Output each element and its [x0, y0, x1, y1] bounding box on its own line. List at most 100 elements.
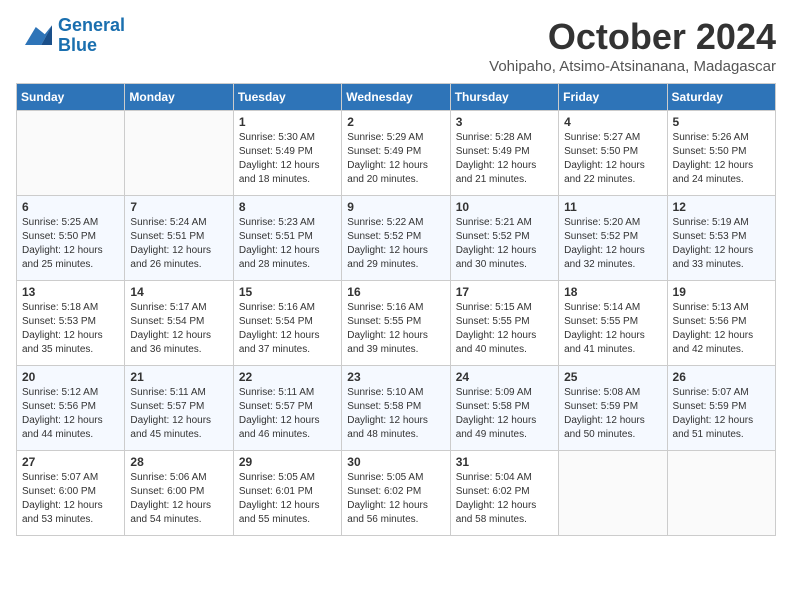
calendar-cell: 9 Sunrise: 5:22 AM Sunset: 5:52 PM Daylig…: [342, 196, 450, 281]
logo-text: General Blue: [58, 16, 125, 56]
week-row-4: 20 Sunrise: 5:12 AM Sunset: 5:56 PM Dayli…: [17, 366, 776, 451]
calendar-cell: 17 Sunrise: 5:15 AM Sunset: 5:55 PM Dayli…: [450, 281, 558, 366]
day-number: 23: [347, 370, 444, 384]
day-number: 27: [22, 455, 119, 469]
day-info: Sunrise: 5:15 AM Sunset: 5:55 PM Dayligh…: [456, 301, 553, 357]
day-info: Sunrise: 5:17 AM Sunset: 5:54 PM Dayligh…: [130, 301, 227, 357]
calendar-cell: 23 Sunrise: 5:10 AM Sunset: 5:58 PM Dayli…: [342, 366, 450, 451]
day-info: Sunrise: 5:18 AM Sunset: 5:53 PM Dayligh…: [22, 301, 119, 357]
calendar-cell: 22 Sunrise: 5:11 AM Sunset: 5:57 PM Dayli…: [233, 366, 341, 451]
day-number: 21: [130, 370, 227, 384]
calendar-cell: 12Sunrise: 5:19 AM Sunset: 5:53 PM Dayli…: [667, 196, 775, 281]
logo: General Blue: [16, 16, 125, 56]
day-number: 30: [347, 455, 444, 469]
day-number: 5: [673, 115, 770, 129]
day-info: Sunrise: 5:29 AM Sunset: 5:49 PM Dayligh…: [347, 131, 444, 187]
day-number: 19: [673, 285, 770, 299]
calendar-cell: 28Sunrise: 5:06 AM Sunset: 6:00 PM Dayli…: [125, 451, 233, 536]
calendar-cell: 25 Sunrise: 5:08 AM Sunset: 5:59 PM Dayli…: [559, 366, 667, 451]
day-info: Sunrise: 5:28 AM Sunset: 5:49 PM Dayligh…: [456, 131, 553, 187]
column-header-wednesday: Wednesday: [342, 84, 450, 111]
calendar-cell: 6 Sunrise: 5:25 AM Sunset: 5:50 PM Daylig…: [17, 196, 125, 281]
day-number: 9: [347, 200, 444, 214]
day-number: 6: [22, 200, 119, 214]
day-number: 25: [564, 370, 661, 384]
day-info: Sunrise: 5:26 AM Sunset: 5:50 PM Dayligh…: [673, 131, 770, 187]
calendar-cell: [17, 111, 125, 196]
calendar-cell: 14Sunrise: 5:17 AM Sunset: 5:54 PM Dayli…: [125, 281, 233, 366]
day-info: Sunrise: 5:19 AM Sunset: 5:53 PM Dayligh…: [673, 216, 770, 272]
day-number: 26: [673, 370, 770, 384]
page-header: General Blue October 2024 Vohipaho, Atsi…: [16, 16, 776, 75]
calendar-cell: [559, 451, 667, 536]
calendar-cell: 1 Sunrise: 5:30 AM Sunset: 5:49 PM Daylig…: [233, 111, 341, 196]
day-info: Sunrise: 5:24 AM Sunset: 5:51 PM Dayligh…: [130, 216, 227, 272]
calendar-cell: 21Sunrise: 5:11 AM Sunset: 5:57 PM Dayli…: [125, 366, 233, 451]
day-number: 17: [456, 285, 553, 299]
calendar-cell: 27Sunrise: 5:07 AM Sunset: 6:00 PM Dayli…: [17, 451, 125, 536]
day-info: Sunrise: 5:22 AM Sunset: 5:52 PM Dayligh…: [347, 216, 444, 272]
column-header-sunday: Sunday: [17, 84, 125, 111]
day-info: Sunrise: 5:05 AM Sunset: 6:01 PM Dayligh…: [239, 471, 336, 527]
day-info: Sunrise: 5:11 AM Sunset: 5:57 PM Dayligh…: [239, 386, 336, 442]
day-number: 4: [564, 115, 661, 129]
day-number: 22: [239, 370, 336, 384]
calendar-cell: [667, 451, 775, 536]
day-number: 7: [130, 200, 227, 214]
day-info: Sunrise: 5:16 AM Sunset: 5:55 PM Dayligh…: [347, 301, 444, 357]
calendar-cell: 5 Sunrise: 5:26 AM Sunset: 5:50 PM Daylig…: [667, 111, 775, 196]
day-info: Sunrise: 5:10 AM Sunset: 5:58 PM Dayligh…: [347, 386, 444, 442]
calendar-cell: 26 Sunrise: 5:07 AM Sunset: 5:59 PM Dayli…: [667, 366, 775, 451]
location-subtitle: Vohipaho, Atsimo-Atsinanana, Madagascar: [489, 58, 776, 75]
day-number: 20: [22, 370, 119, 384]
day-info: Sunrise: 5:20 AM Sunset: 5:52 PM Dayligh…: [564, 216, 661, 272]
day-info: Sunrise: 5:09 AM Sunset: 5:58 PM Dayligh…: [456, 386, 553, 442]
day-number: 3: [456, 115, 553, 129]
day-number: 1: [239, 115, 336, 129]
day-info: Sunrise: 5:07 AM Sunset: 5:59 PM Dayligh…: [673, 386, 770, 442]
day-number: 2: [347, 115, 444, 129]
day-info: Sunrise: 5:27 AM Sunset: 5:50 PM Dayligh…: [564, 131, 661, 187]
calendar-cell: [125, 111, 233, 196]
calendar-cell: 30 Sunrise: 5:05 AM Sunset: 6:02 PM Dayli…: [342, 451, 450, 536]
day-info: Sunrise: 5:08 AM Sunset: 5:59 PM Dayligh…: [564, 386, 661, 442]
column-header-tuesday: Tuesday: [233, 84, 341, 111]
day-info: Sunrise: 5:16 AM Sunset: 5:54 PM Dayligh…: [239, 301, 336, 357]
day-number: 28: [130, 455, 227, 469]
calendar-table: SundayMondayTuesdayWednesdayThursdayFrid…: [16, 83, 776, 536]
calendar-cell: 7 Sunrise: 5:24 AM Sunset: 5:51 PM Daylig…: [125, 196, 233, 281]
calendar-cell: 16Sunrise: 5:16 AM Sunset: 5:55 PM Dayli…: [342, 281, 450, 366]
calendar-cell: 20 Sunrise: 5:12 AM Sunset: 5:56 PM Dayli…: [17, 366, 125, 451]
calendar-cell: 10 Sunrise: 5:21 AM Sunset: 5:52 PM Dayli…: [450, 196, 558, 281]
day-number: 13: [22, 285, 119, 299]
day-info: Sunrise: 5:05 AM Sunset: 6:02 PM Dayligh…: [347, 471, 444, 527]
header-row: SundayMondayTuesdayWednesdayThursdayFrid…: [17, 84, 776, 111]
week-row-3: 13 Sunrise: 5:18 AM Sunset: 5:53 PM Dayli…: [17, 281, 776, 366]
month-title: October 2024: [489, 16, 776, 58]
day-info: Sunrise: 5:13 AM Sunset: 5:56 PM Dayligh…: [673, 301, 770, 357]
calendar-cell: 2 Sunrise: 5:29 AM Sunset: 5:49 PM Daylig…: [342, 111, 450, 196]
day-number: 31: [456, 455, 553, 469]
week-row-1: 1 Sunrise: 5:30 AM Sunset: 5:49 PM Daylig…: [17, 111, 776, 196]
column-header-saturday: Saturday: [667, 84, 775, 111]
day-info: Sunrise: 5:25 AM Sunset: 5:50 PM Dayligh…: [22, 216, 119, 272]
calendar-cell: 31Sunrise: 5:04 AM Sunset: 6:02 PM Dayli…: [450, 451, 558, 536]
calendar-cell: 19 Sunrise: 5:13 AM Sunset: 5:56 PM Dayli…: [667, 281, 775, 366]
calendar-cell: 24 Sunrise: 5:09 AM Sunset: 5:58 PM Dayli…: [450, 366, 558, 451]
day-number: 24: [456, 370, 553, 384]
day-info: Sunrise: 5:30 AM Sunset: 5:49 PM Dayligh…: [239, 131, 336, 187]
day-info: Sunrise: 5:12 AM Sunset: 5:56 PM Dayligh…: [22, 386, 119, 442]
day-number: 15: [239, 285, 336, 299]
day-number: 10: [456, 200, 553, 214]
column-header-thursday: Thursday: [450, 84, 558, 111]
day-info: Sunrise: 5:21 AM Sunset: 5:52 PM Dayligh…: [456, 216, 553, 272]
calendar-cell: 13 Sunrise: 5:18 AM Sunset: 5:53 PM Dayli…: [17, 281, 125, 366]
logo-icon: [16, 18, 52, 54]
day-number: 29: [239, 455, 336, 469]
column-header-friday: Friday: [559, 84, 667, 111]
day-number: 18: [564, 285, 661, 299]
day-info: Sunrise: 5:23 AM Sunset: 5:51 PM Dayligh…: [239, 216, 336, 272]
day-number: 8: [239, 200, 336, 214]
title-block: October 2024 Vohipaho, Atsimo-Atsinanana…: [489, 16, 776, 75]
calendar-cell: 4 Sunrise: 5:27 AM Sunset: 5:50 PM Daylig…: [559, 111, 667, 196]
